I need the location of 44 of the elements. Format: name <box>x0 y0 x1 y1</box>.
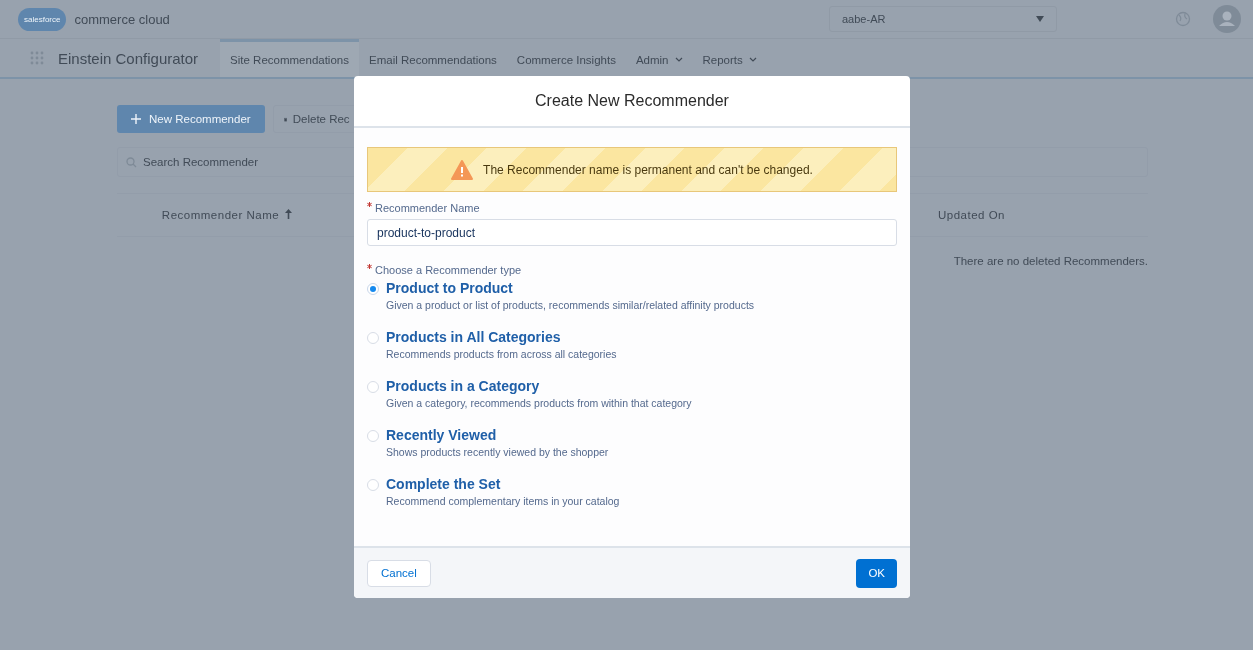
option-description: Recommends products from across all categories <box>386 348 617 360</box>
option-title[interactable]: Complete the Set <box>386 476 620 492</box>
nav-tab[interactable]: Site Recommendations <box>220 39 359 77</box>
cancel-button[interactable]: Cancel <box>367 559 431 587</box>
search-icon <box>126 156 137 168</box>
warning-icon <box>451 159 474 180</box>
field-label: Recommender Name <box>375 202 480 214</box>
warning-text: The Recommender name is permanent and can't be changed. <box>483 162 813 177</box>
sort-arrow-icon <box>285 209 293 219</box>
radio-button[interactable] <box>367 430 379 442</box>
product-name: commerce cloud <box>74 11 170 27</box>
globe-icon[interactable] <box>1175 11 1191 27</box>
site-select[interactable]: aabe-AR <box>829 6 1057 32</box>
app-name: Einstein Configurator <box>58 49 199 67</box>
option-title[interactable]: Products in a Category <box>386 378 692 394</box>
column-header[interactable]: Recommender Name <box>117 209 337 221</box>
avatar-icon[interactable] <box>1213 5 1241 33</box>
option-description: Given a category, recommends products from within that category <box>386 397 692 409</box>
option-title[interactable]: Product to Product <box>386 280 755 296</box>
caret-icon[interactable] <box>674 56 683 63</box>
radio-button[interactable] <box>367 332 379 344</box>
radio-button[interactable] <box>367 381 379 393</box>
new-recommender-button[interactable]: New Recommender <box>117 105 265 133</box>
plus-icon <box>131 114 141 124</box>
option-description: Given a product or list of products, recommends similar/related affinity products <box>386 299 755 311</box>
radio-button[interactable] <box>367 479 379 491</box>
option-title[interactable]: Recently Viewed <box>386 427 609 443</box>
nav-tab[interactable]: Admin <box>625 39 693 77</box>
nav-tab[interactable]: Email Recommendations <box>359 39 507 77</box>
option-description: Shows products recently viewed by the shopper <box>386 446 609 458</box>
option-description: Recommend complementary items in your catalog <box>386 495 620 507</box>
nav-tab[interactable]: Reports <box>692 39 767 77</box>
ok-button[interactable]: OK <box>856 558 897 588</box>
logo: salesforce <box>18 7 67 31</box>
option-title[interactable]: Products in All Categories <box>386 329 617 345</box>
caret-icon <box>1036 16 1044 22</box>
app-launcher-icon[interactable] <box>30 51 44 65</box>
recommender-name-input[interactable]: product-to-product <box>367 219 897 246</box>
nav-tab[interactable]: Commerce Insights <box>506 39 626 77</box>
radio-button[interactable] <box>367 283 379 295</box>
caret-icon[interactable] <box>748 56 757 63</box>
empty-message: There are no deleted Recommenders. <box>952 255 1148 267</box>
field-label: Choose a Recommender type <box>375 264 522 276</box>
column-header[interactable]: Updated On <box>938 209 1148 221</box>
